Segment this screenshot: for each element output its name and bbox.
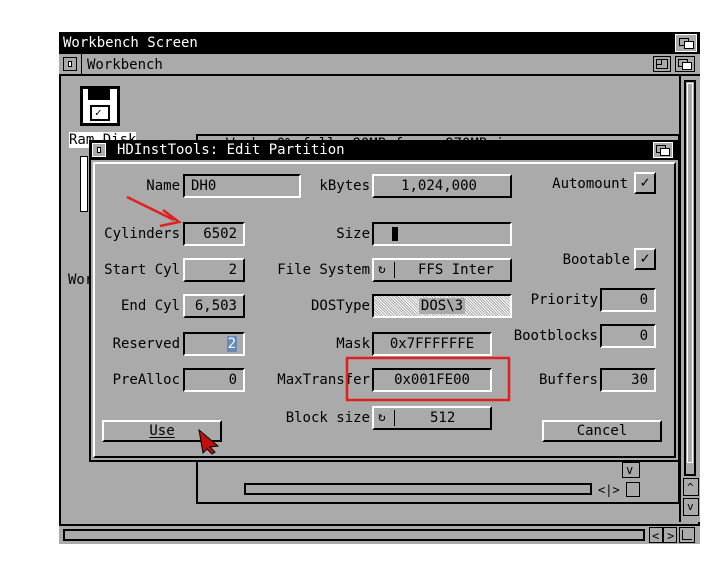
- maxtransfer-highlight: [345, 356, 511, 402]
- red-arrow-icon: [126, 195, 182, 228]
- mouse-pointer-icon: [198, 428, 220, 455]
- annotation-overlay: [126, 195, 511, 455]
